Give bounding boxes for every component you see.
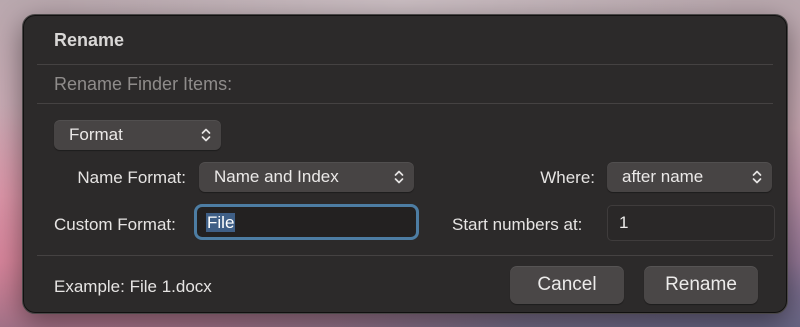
title-divider: [37, 64, 773, 65]
custom-format-selected-text: File: [206, 213, 236, 232]
footer-divider: [37, 255, 773, 256]
name-format-popup[interactable]: Name and Index: [199, 162, 414, 192]
cancel-button[interactable]: Cancel: [510, 266, 624, 304]
start-numbers-input[interactable]: 1: [607, 205, 775, 241]
where-popup[interactable]: after name: [607, 162, 772, 192]
dialog-title: Rename: [54, 30, 125, 50]
start-numbers-value: 1: [619, 213, 629, 232]
dialog-subtitle: Rename Finder Items:: [54, 74, 233, 94]
chevron-up-down-icon: [752, 170, 762, 184]
where-label: Where:: [540, 168, 595, 187]
name-format-label: Name Format:: [77, 168, 186, 187]
start-numbers-label: Start numbers at:: [452, 215, 583, 234]
rename-mode-value: Format: [69, 125, 123, 144]
rename-button[interactable]: Rename: [644, 266, 758, 304]
subtitle-divider: [37, 103, 773, 104]
where-value: after name: [622, 167, 704, 186]
rename-mode-popup[interactable]: Format: [54, 120, 221, 150]
custom-format-input[interactable]: File: [194, 204, 419, 240]
rename-dialog: Rename Rename Finder Items: Format Name …: [22, 14, 788, 314]
name-format-value: Name and Index: [214, 167, 339, 186]
custom-format-label: Custom Format:: [54, 215, 176, 234]
chevron-up-down-icon: [394, 170, 404, 184]
example-text: Example: File 1.docx: [54, 277, 212, 296]
chevron-up-down-icon: [201, 128, 211, 142]
